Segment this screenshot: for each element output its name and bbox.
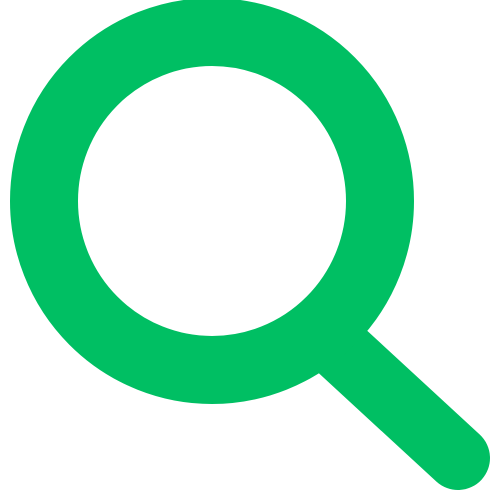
search-icon-lens [10, 0, 414, 404]
search-icon[interactable] [0, 0, 500, 500]
search-icon-canvas [0, 0, 500, 500]
search-icon-handle [298, 308, 490, 490]
